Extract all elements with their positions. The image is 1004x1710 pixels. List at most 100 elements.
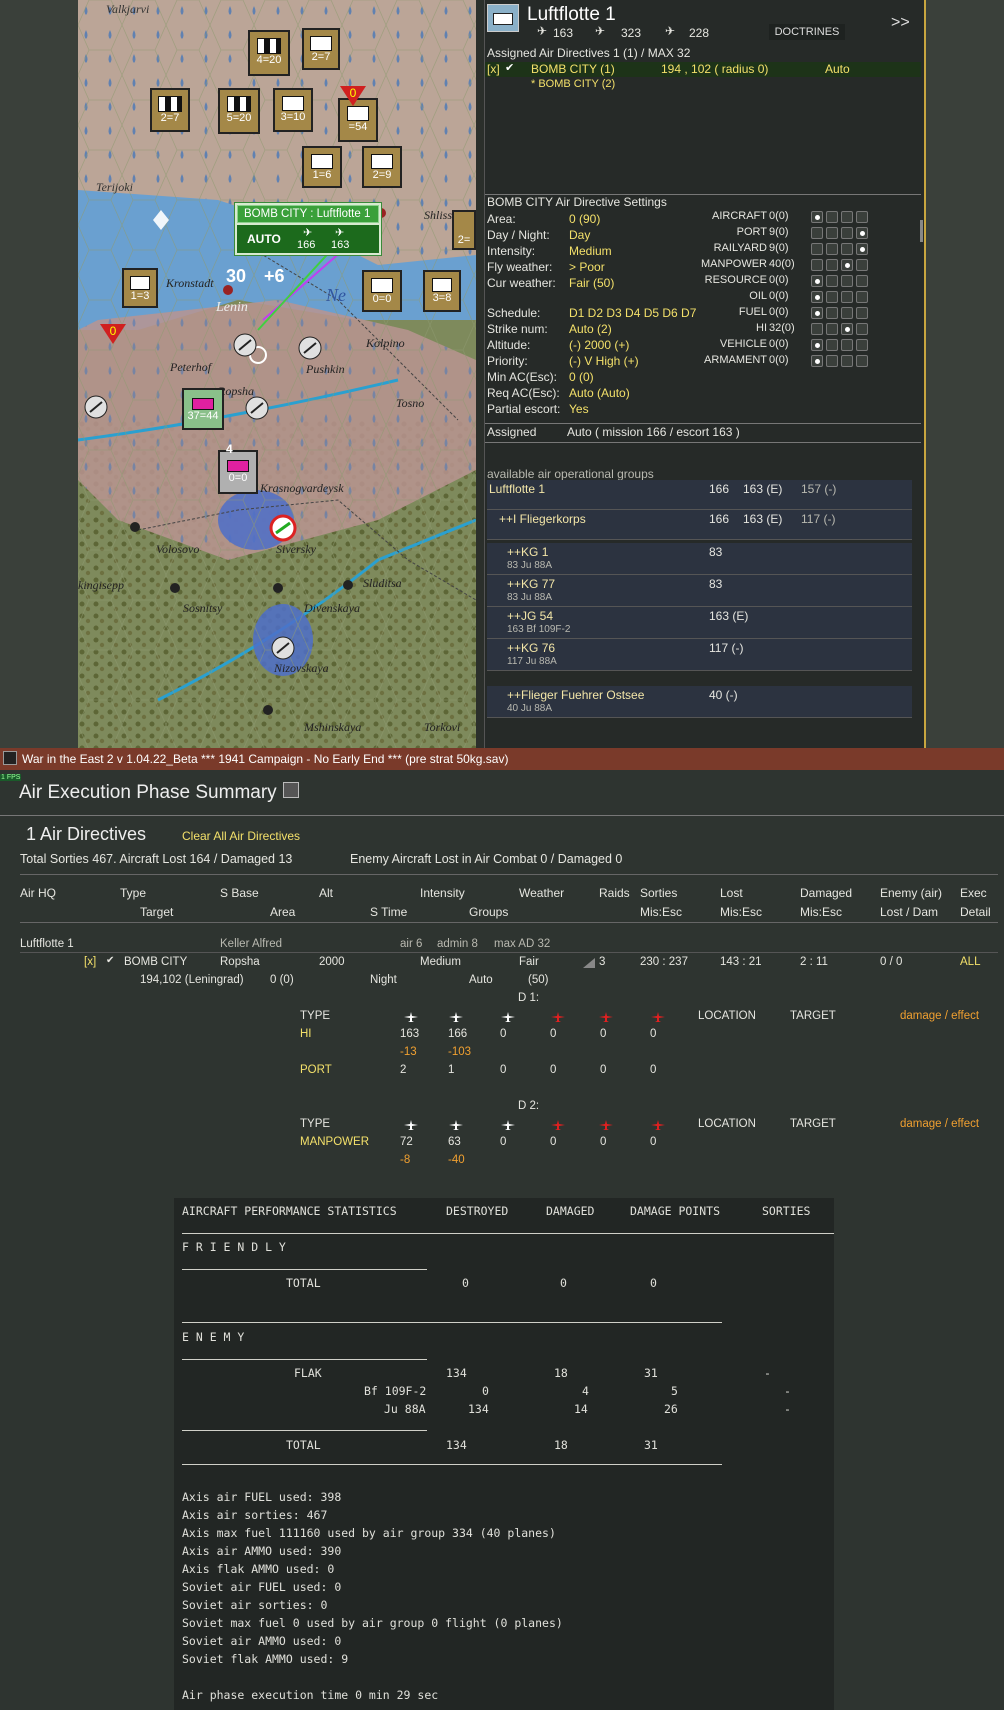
setting-value[interactable]: (-) V High (+) bbox=[569, 354, 639, 368]
priority-radio[interactable] bbox=[826, 275, 838, 287]
friendly-total-label: TOTAL bbox=[286, 1276, 321, 1290]
setting-value[interactable]: > Poor bbox=[569, 260, 605, 274]
priority-selector[interactable] bbox=[811, 339, 868, 351]
priority-radio[interactable] bbox=[826, 259, 838, 271]
unit-counter[interactable]: 2=7 bbox=[150, 88, 190, 132]
priority-selector[interactable] bbox=[811, 275, 868, 287]
group-row[interactable]: ++Flieger Fuehrer Ostsee 40 Ju 88A 40 (-) bbox=[487, 686, 912, 718]
priority-radio[interactable] bbox=[811, 291, 823, 303]
directive-row[interactable]: [x] ✔ BOMB CITY (1) 194 , 102 ( radius 0… bbox=[485, 62, 921, 77]
setting-value[interactable]: Auto (Auto) bbox=[569, 386, 630, 400]
priority-radio[interactable] bbox=[841, 227, 853, 239]
priority-radio[interactable] bbox=[841, 291, 853, 303]
priority-radio[interactable] bbox=[841, 211, 853, 223]
enemy-recon-icon bbox=[650, 1119, 666, 1134]
group-row[interactable]: ++JG 54 163 Bf 109F-2 163 (E) bbox=[487, 607, 912, 639]
unit-counter[interactable]: 4=20 bbox=[248, 30, 290, 76]
priority-radio[interactable] bbox=[856, 227, 868, 239]
priority-radio[interactable] bbox=[811, 339, 823, 351]
flak-damaged: 18 bbox=[554, 1366, 568, 1380]
priority-radio[interactable] bbox=[841, 275, 853, 287]
next-button[interactable]: >> bbox=[891, 14, 910, 32]
unit-counter[interactable]: 3=8 bbox=[423, 270, 461, 312]
group-row[interactable]: ++I Fliegerkorps 166 163 (E) 117 (-) bbox=[487, 510, 912, 540]
setting-value[interactable]: Auto (2) bbox=[569, 322, 612, 336]
setting-value[interactable]: Medium bbox=[569, 244, 612, 258]
priority-radio[interactable] bbox=[856, 211, 868, 223]
group-row[interactable]: ++KG 77 83 Ju 88A 83 bbox=[487, 575, 912, 607]
unit-counter[interactable]: 0=0 bbox=[362, 270, 402, 312]
priority-radio[interactable] bbox=[826, 227, 838, 239]
priority-radio[interactable] bbox=[811, 259, 823, 271]
setting-value[interactable]: 0 (90) bbox=[569, 212, 600, 226]
priority-radio[interactable] bbox=[811, 355, 823, 367]
priority-radio[interactable] bbox=[841, 259, 853, 271]
priority-radio[interactable] bbox=[826, 243, 838, 255]
priority-selector[interactable] bbox=[811, 227, 868, 239]
priority-radio[interactable] bbox=[841, 323, 853, 335]
unit-counter[interactable]: 1=6 bbox=[302, 146, 342, 188]
dir-exec-detail[interactable]: ALL bbox=[960, 956, 980, 968]
unit-counter-airbase[interactable]: 0=0 bbox=[218, 450, 258, 494]
priority-radio[interactable] bbox=[856, 291, 868, 303]
target-label: ARMAMENT bbox=[704, 354, 767, 366]
doctrines-button[interactable]: DOCTRINES bbox=[769, 24, 845, 40]
setting-value[interactable]: Yes bbox=[569, 402, 589, 416]
hq-unit-icon[interactable] bbox=[487, 4, 519, 32]
priority-radio[interactable] bbox=[826, 211, 838, 223]
unit-counter[interactable]: 2=9 bbox=[362, 146, 402, 188]
unit-counter[interactable]: 2=7 bbox=[302, 28, 340, 70]
dir-flag[interactable]: [x] bbox=[84, 956, 96, 968]
group-row[interactable]: ++KG 1 83 Ju 88A 83 bbox=[487, 543, 912, 575]
hq-row-name[interactable]: Luftflotte 1 bbox=[20, 938, 74, 950]
priority-selector[interactable] bbox=[811, 243, 868, 255]
setting-value[interactable]: 0 (0) bbox=[569, 370, 594, 384]
priority-selector[interactable] bbox=[811, 323, 868, 335]
unit-counter-selected[interactable]: 37=44 bbox=[182, 388, 224, 430]
setting-value[interactable]: Fair (50) bbox=[569, 276, 614, 290]
setting-value[interactable]: D1 D2 D3 D4 D5 D6 D7 bbox=[569, 306, 696, 320]
priority-radio[interactable] bbox=[841, 355, 853, 367]
priority-radio[interactable] bbox=[811, 307, 823, 319]
priority-radio[interactable] bbox=[841, 339, 853, 351]
priority-radio[interactable] bbox=[856, 307, 868, 319]
priority-radio[interactable] bbox=[826, 291, 838, 303]
group-row[interactable]: Luftflotte 1 166 163 (E) 157 (-) bbox=[487, 480, 912, 510]
unit-counter[interactable]: 5=20 bbox=[218, 88, 260, 134]
unit-counter[interactable]: 1=3 bbox=[122, 268, 158, 308]
priority-radio[interactable] bbox=[856, 275, 868, 287]
priority-radio[interactable] bbox=[811, 227, 823, 239]
priority-radio[interactable] bbox=[826, 323, 838, 335]
priority-radio[interactable] bbox=[856, 355, 868, 367]
priority-radio[interactable] bbox=[811, 275, 823, 287]
setting-value[interactable]: (-) 2000 (+) bbox=[569, 338, 629, 352]
scrollbar-thumb[interactable] bbox=[920, 220, 923, 242]
priority-selector[interactable] bbox=[811, 307, 868, 319]
unit-counter[interactable]: 2= bbox=[452, 210, 476, 250]
directive-flag[interactable]: [x] bbox=[487, 62, 500, 76]
priority-radio[interactable] bbox=[811, 323, 823, 335]
priority-selector[interactable] bbox=[811, 211, 868, 223]
unit-counter[interactable]: =54 bbox=[338, 98, 378, 142]
priority-selector[interactable] bbox=[811, 291, 868, 303]
priority-radio[interactable] bbox=[856, 259, 868, 271]
priority-selector[interactable] bbox=[811, 259, 868, 271]
priority-radio[interactable] bbox=[856, 243, 868, 255]
hex-map[interactable]: Valkjarvi Terijoki Kronstadt Peterhof Ro… bbox=[78, 0, 476, 748]
window-titlebar[interactable]: War in the East 2 v 1.04.22_Beta *** 194… bbox=[0, 748, 1004, 770]
priority-radio[interactable] bbox=[856, 323, 868, 335]
priority-radio[interactable] bbox=[841, 243, 853, 255]
clear-all-button[interactable]: Clear All Air Directives bbox=[182, 829, 300, 843]
priority-selector[interactable] bbox=[811, 355, 868, 367]
priority-radio[interactable] bbox=[841, 307, 853, 319]
expand-icon[interactable] bbox=[283, 782, 299, 798]
unit-counter[interactable]: 3=10 bbox=[273, 88, 313, 132]
priority-radio[interactable] bbox=[826, 307, 838, 319]
priority-radio[interactable] bbox=[826, 339, 838, 351]
group-row[interactable]: ++KG 76 117 Ju 88A 117 (-) bbox=[487, 639, 912, 671]
priority-radio[interactable] bbox=[811, 211, 823, 223]
priority-radio[interactable] bbox=[856, 339, 868, 351]
priority-radio[interactable] bbox=[811, 243, 823, 255]
setting-value[interactable]: Day bbox=[569, 228, 590, 242]
priority-radio[interactable] bbox=[826, 355, 838, 367]
